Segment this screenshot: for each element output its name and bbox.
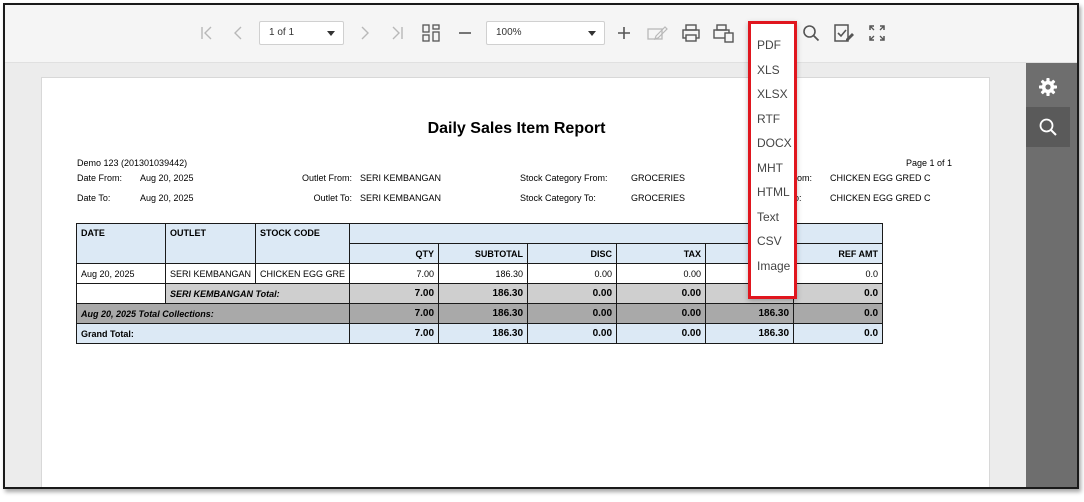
outlet-total-subtotal: 186.30	[438, 283, 529, 304]
export-option-image[interactable]: Image	[757, 259, 790, 273]
cell-qty: 7.00	[349, 263, 440, 284]
outlet-from-value: SERI KEMBANGAN	[360, 173, 442, 183]
col-header-stock-code: STOCK CODE	[255, 223, 351, 264]
prev-page-icon[interactable]	[227, 19, 251, 47]
stock-category-to-label: Stock Category To:	[520, 193, 596, 203]
export-option-xls[interactable]: XLS	[757, 63, 780, 77]
col-header-subtotal: SUBTOTAL	[438, 243, 529, 264]
collections-tax: 0.00	[616, 303, 707, 324]
collections-ref-amt: 0.0	[793, 303, 884, 324]
cell-disc: 0.00	[527, 263, 618, 284]
date-from-label: Date From:	[77, 173, 123, 183]
chevron-down-icon	[327, 31, 335, 36]
col-header-tax: TAX	[616, 243, 707, 264]
search-panel-icon[interactable]	[1026, 107, 1070, 147]
fullscreen-icon[interactable]	[865, 19, 889, 47]
next-page-icon[interactable]	[353, 19, 377, 47]
company-name: Demo 123 (201301039442)	[77, 158, 188, 168]
outlet-to-label: Outlet To:	[313, 193, 352, 203]
export-option-xlsx[interactable]: XLSX	[757, 87, 788, 101]
outlet-from-label: Outlet From:	[301, 173, 352, 183]
report-page: Daily Sales Item Report Demo 123 (201301…	[41, 77, 990, 487]
export-option-rtf[interactable]: RTF	[757, 112, 780, 126]
cell-subtotal: 186.30	[438, 263, 529, 284]
cell-blank	[76, 283, 166, 304]
zoom-in-icon[interactable]	[612, 19, 636, 47]
report-viewer-window: 1 of 1 100% Daily Sales Item Report Demo…	[3, 3, 1079, 489]
col-header-disc: DISC	[527, 243, 618, 264]
col-header-date: DATE	[76, 223, 166, 264]
col-header-outlet: OUTLET	[164, 223, 257, 264]
zoom-select[interactable]: 100%	[486, 21, 605, 45]
outlet-total-ref-amt: 0.0	[793, 283, 884, 304]
grand-total-subtotal: 186.30	[438, 323, 529, 344]
right-sidebar	[1026, 63, 1077, 487]
cell-date: Aug 20, 2025	[76, 263, 166, 284]
first-page-icon[interactable]	[195, 19, 219, 47]
report-title: Daily Sales Item Report	[427, 120, 606, 137]
grand-total-disc: 0.00	[527, 323, 618, 344]
page-select[interactable]: 1 of 1	[259, 21, 344, 45]
grand-total-qty: 7.00	[349, 323, 440, 344]
export-option-pdf[interactable]: PDF	[757, 38, 781, 52]
cell-outlet: SERI KEMBANGAN	[164, 263, 257, 284]
collections-total-row: Aug 20, 2025 Total Collections: 7.00 186…	[75, 303, 884, 324]
page-select-value: 1 of 1	[269, 27, 295, 38]
date-from-value: Aug 20, 2025	[140, 173, 194, 183]
outlet-to-value: SERI KEMBANGAN	[360, 193, 442, 203]
cell-tax: 0.00	[616, 263, 707, 284]
collections-subtotal: 186.30	[438, 303, 529, 324]
print-page-icon[interactable]	[711, 19, 737, 47]
chevron-down-icon	[588, 31, 596, 36]
collections-total-label: Aug 20, 2025 Total Collections:	[75, 303, 351, 324]
grand-total-ref-amt: 0.0	[793, 323, 884, 344]
stock-category-to-value: GROCERIES	[631, 193, 686, 203]
cell-stock-code: CHICKEN EGG GRE	[255, 263, 351, 284]
zoom-select-value: 100%	[496, 27, 522, 38]
export-option-html[interactable]: HTML	[757, 185, 790, 199]
export-option-mht[interactable]: MHT	[757, 161, 783, 175]
grand-total-row: Grand Total: 7.00 186.30 0.00 0.00 186.3…	[75, 323, 884, 344]
toolbar: 1 of 1 100%	[5, 5, 1077, 63]
outlet-total-disc: 0.00	[527, 283, 618, 304]
zoom-out-icon[interactable]	[453, 19, 477, 47]
print-icon[interactable]	[678, 19, 704, 47]
outlet-total-label: SERI KEMBANGAN Total:	[164, 283, 351, 304]
editing-fields-icon[interactable]	[644, 19, 670, 47]
export-option-csv[interactable]: CSV	[757, 234, 782, 248]
col-header-qty: QTY	[349, 243, 440, 264]
date-to-label: Date To:	[77, 193, 111, 203]
collections-disc: 0.00	[527, 303, 618, 324]
gear-icon[interactable]	[1026, 67, 1070, 107]
grand-total-amount: 186.30	[705, 323, 795, 344]
col-header-ref-amt: REF AMT	[793, 243, 884, 264]
outlet-total-qty: 7.00	[349, 283, 440, 304]
col-header-group	[349, 223, 884, 244]
last-page-icon[interactable]	[385, 19, 409, 47]
export-option-docx[interactable]: DOCX	[757, 136, 792, 150]
stock-category-from-label: Stock Category From:	[520, 173, 608, 183]
stock-category-from-value: GROCERIES	[631, 173, 686, 183]
design-icon[interactable]	[831, 19, 857, 47]
multi-page-view-icon[interactable]	[418, 19, 444, 47]
collections-qty: 7.00	[349, 303, 440, 324]
search-icon[interactable]	[799, 19, 823, 47]
report-preview-area: Daily Sales Item Report Demo 123 (201301…	[5, 63, 1026, 487]
collections-amount: 186.30	[705, 303, 795, 324]
stock-to-value: CHICKEN EGG GRED C	[830, 193, 931, 203]
date-to-value: Aug 20, 2025	[140, 193, 194, 203]
stock-from-value: CHICKEN EGG GRED C	[830, 173, 931, 183]
cell-ref-amt: 0.0	[793, 263, 884, 284]
export-format-menu: PDF XLS XLSX RTF DOCX MHT HTML Text CSV …	[748, 21, 797, 299]
grand-total-tax: 0.00	[616, 323, 707, 344]
export-option-text[interactable]: Text	[757, 210, 779, 224]
grand-total-label: Grand Total:	[75, 323, 351, 344]
page-info: Page 1 of 1	[905, 158, 952, 168]
outlet-total-tax: 0.00	[616, 283, 707, 304]
